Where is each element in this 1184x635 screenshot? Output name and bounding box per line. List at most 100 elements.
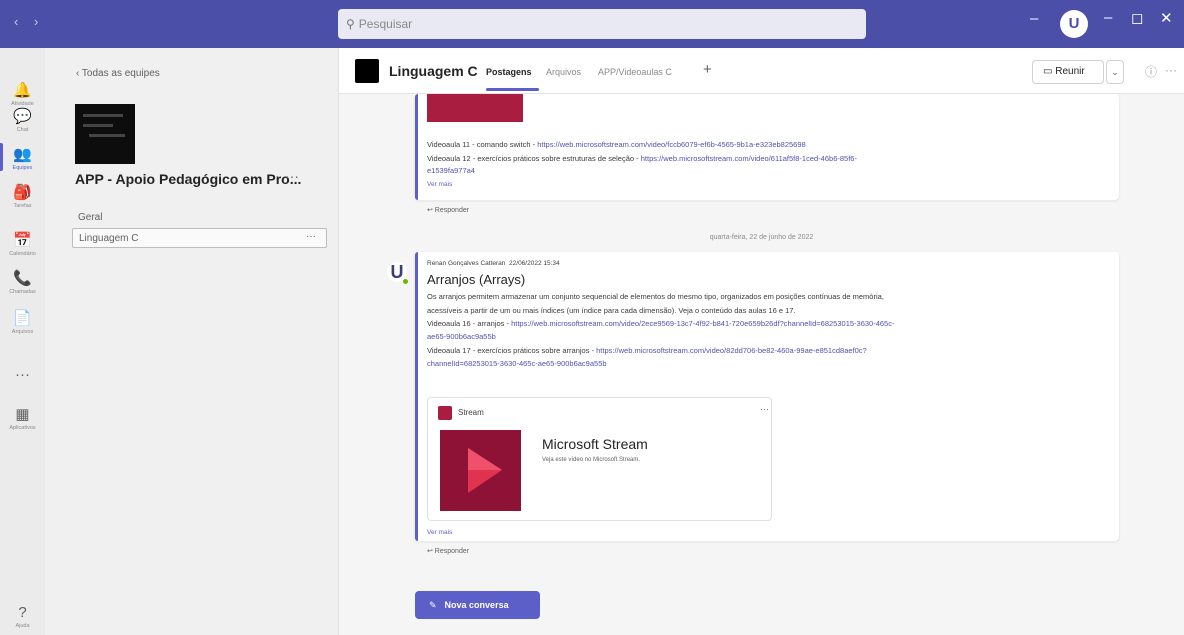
rail-item-help[interactable]: ? Ajuda [0,604,45,629]
teams-icon: 👥 [13,146,32,163]
post-accent [415,252,418,541]
rail-label: Calendário [9,251,36,257]
message-post: Videoaula 11 - comando switch - https://… [415,94,1119,214]
rail-label: Chat [16,127,29,133]
video-link[interactable]: channelId=68253015-3630-465c-ae65-900b6a… [427,359,607,368]
video-link[interactable]: https://web.microsoftstream.com/video/2e… [511,319,894,328]
apps-icon: ▦ [15,406,30,423]
video-link[interactable]: https://web.microsoftstream.com/video/82… [596,346,867,355]
video-thumbnail[interactable] [427,94,523,122]
rail-item-calls[interactable]: 📞 Chamadas [0,270,45,295]
channel-item-linguagem-c[interactable]: Linguagem C ··· [72,228,327,248]
post-author: Renan Gonçalves Catteran 22/06/2022 15:3… [427,260,560,267]
post-accent [415,94,418,200]
phone-icon: 📞 [13,270,32,287]
file-icon: 📄 [13,310,32,327]
close-icon[interactable]: ✕ [1160,9,1173,27]
user-avatar[interactable]: U [1060,10,1088,38]
tab-videoaulas[interactable]: APP/Videoaulas C [598,67,672,77]
see-more-link[interactable]: Ver mais [427,529,452,536]
info-icon[interactable]: ⓘ [1145,63,1157,80]
stream-card[interactable]: Stream ··· Microsoft Stream Veja este ví… [427,397,772,521]
rail-item-more[interactable]: ··· [0,366,45,384]
add-tab-button[interactable]: + [703,61,712,78]
rail-label: Aplicativos [9,425,36,431]
assignments-icon: 🎒 [13,184,32,201]
app-rail: 🔔 Atividade 💬 Chat 👥 Equipes 🎒 Tarefas 📅… [0,48,45,635]
video-link[interactable]: ae65-900b6ac9a55b [427,332,496,341]
maximize-icon[interactable]: ◻ [1131,9,1143,27]
card-description: Veja este vídeo no Microsoft Stream. [542,457,641,463]
active-tab-indicator [486,88,539,91]
more-icon: ··· [15,366,30,383]
rail-item-assignments[interactable]: 🎒 Tarefas [0,184,45,209]
message-feed[interactable]: Videoaula 11 - comando switch - https://… [339,94,1184,635]
reply-button[interactable]: ↩ Responder [415,541,1119,559]
line-text: Videoaula 12 - exercícios práticos sobre… [427,154,641,163]
calendar-icon: 📅 [13,232,32,249]
see-more-link[interactable]: Ver mais [427,181,452,188]
tab-arquivos[interactable]: Arquivos [546,67,581,77]
meet-button[interactable]: ▭ Reunir [1032,60,1104,84]
rail-label: Ajuda [15,623,30,629]
meet-dropdown-button[interactable]: ⌄ [1106,60,1124,84]
rail-item-apps[interactable]: ▦ Aplicativos [0,406,45,431]
channel-title: Linguagem C [389,63,478,79]
rail-label: Tarefas [13,203,32,209]
rail-label: Equipes [12,165,33,171]
video-link[interactable]: https://web.microsoftstream.com/video/fc… [537,140,806,149]
search-placeholder: Pesquisar [358,17,413,31]
rail-item-teams[interactable]: 👥 Equipes [0,146,45,171]
post-title: Arranjos (Arrays) [427,272,526,287]
video-link[interactable]: https://web.microsoftstream.com/video/61… [641,154,857,163]
rail-label: Atividade [11,101,34,107]
rail-item-activity[interactable]: 🔔 Atividade [0,82,45,107]
video-icon: ▭ [1043,66,1056,77]
message-line: Videoaula 11 - comando switch - https://… [427,140,806,149]
channel-more-icon[interactable]: ··· [306,231,316,242]
all-teams-link[interactable]: ‹ Todas as equipes [76,68,160,79]
search-input[interactable]: ⚲ Pesquisar [338,9,866,39]
rail-item-chat[interactable]: 💬 Chat [0,108,45,133]
card-source: Stream [458,408,484,417]
play-icon [468,448,502,493]
message-line: e1539fa977a4 [427,166,475,175]
team-panel: ‹ Todas as equipes APP - Apoio Pedagógic… [45,48,339,635]
team-image-detail [83,124,113,127]
stream-thumbnail[interactable] [440,430,521,511]
message-line: Videoaula 12 - exercícios práticos sobre… [427,154,857,163]
rail-label: Arquivos [11,329,34,335]
bell-icon: 🔔 [13,82,32,99]
minimize-icon[interactable]: – [1104,9,1112,26]
author-name: Renan Gonçalves Catteran [427,260,506,267]
more-options-icon[interactable]: – [1030,10,1038,27]
help-icon: ? [18,604,27,621]
tab-postagens[interactable]: Postagens [486,67,532,77]
stream-icon [438,406,452,420]
channel-item-geral[interactable]: Geral [72,208,327,228]
message-line: channelId=68253015-3630-465c-ae65-900b6a… [427,359,607,368]
post-timestamp: 22/06/2022 15:34 [509,260,560,267]
nav-arrows[interactable]: ‹ › [14,14,44,29]
team-image-detail [83,114,123,117]
rail-label: Chamadas [9,289,36,295]
compose-icon: ✎ [429,600,437,610]
message-line: acessíveis a partir de um ou mais índice… [427,306,796,315]
new-conversation-button[interactable]: ✎ Nova conversa [415,591,540,619]
more-options-icon[interactable]: ··· [1165,63,1177,77]
channel-label: Geral [78,212,103,223]
rail-item-calendar[interactable]: 📅 Calendário [0,232,45,257]
team-more-icon[interactable]: ··· [285,168,299,184]
message-line: Videoaula 17 - exercícios práticos sobre… [427,346,867,355]
message-line: ae65-900b6ac9a55b [427,332,496,341]
meet-label: Reunir [1055,66,1085,77]
card-more-icon[interactable]: ··· [760,404,769,414]
team-name[interactable]: APP - Apoio Pedagógico em Pro... [75,171,301,187]
message-post: Renan Gonçalves Catteran 22/06/2022 15:3… [415,252,1119,555]
rail-item-files[interactable]: 📄 Arquivos [0,310,45,335]
channel-label: Linguagem C [79,233,139,244]
reply-button[interactable]: ↩ Responder [415,200,1119,218]
video-link[interactable]: e1539fa977a4 [427,166,475,175]
team-image-detail [89,134,125,137]
title-bar: ‹ › ⚲ Pesquisar – U – ◻ ✕ [0,0,1184,48]
